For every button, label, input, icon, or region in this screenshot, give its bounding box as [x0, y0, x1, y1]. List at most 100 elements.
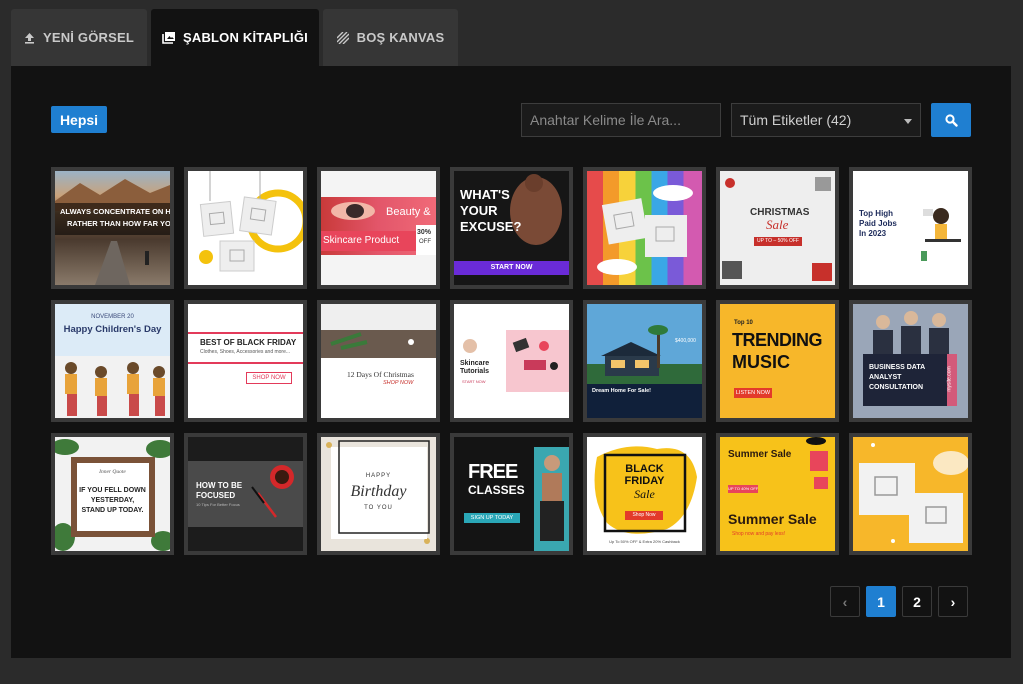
stamps-clouds-graphic	[859, 443, 968, 543]
template-text: OFF	[419, 239, 431, 245]
tag-select[interactable]: Tüm Etiketler (42)	[731, 103, 921, 137]
tab-blank-canvas[interactable]: BOŞ KANVAS	[323, 9, 458, 66]
template-thumbnail: FREE CLASSES SIGN UP TODAY	[454, 437, 569, 551]
eye-makeup-image	[331, 202, 375, 220]
template-card-summer-sale[interactable]: Summer Sale UP TO 40% OFF Summer Sale Sh…	[716, 433, 839, 555]
template-thumbnail: HAPPY Birthday TO YOU	[321, 437, 436, 551]
tab-label: YENİ GÖRSEL	[42, 30, 135, 45]
tab-template-library[interactable]: ŞABLON KİTAPLIĞI	[151, 9, 319, 66]
search-icon	[944, 113, 958, 127]
template-text: In 2023	[859, 229, 887, 238]
template-card-quote-frame[interactable]: Inner Quote IF YOU FELL DOWN YESTERDAY, …	[51, 433, 174, 555]
frames-clouds-graphic	[597, 185, 693, 275]
template-thumbnail: NOVEMBER 20 Happy Children's Day	[55, 304, 170, 418]
template-text: Skincare Product	[323, 235, 400, 246]
template-thumbnail: Skincare Tutorials START NOW	[454, 304, 569, 418]
leaves-frame-graphic	[55, 439, 170, 551]
template-thumbnail: HOW TO BE FOCUSED 10 Tips For Better Foc…	[188, 437, 303, 551]
template-thumbnail: CHRISTMAS Sale UP TO – 50% OFF	[720, 171, 835, 285]
template-card-free-classes[interactable]: FREE CLASSES SIGN UP TODAY	[450, 433, 573, 555]
house-image	[587, 325, 702, 418]
template-card-skincare-tutorials[interactable]: Skincare Tutorials START NOW	[450, 300, 573, 422]
page-button-1[interactable]: 1	[866, 586, 896, 617]
template-text: NOVEMBER 20	[91, 314, 134, 320]
tab-new-image[interactable]: YENİ GÖRSEL	[11, 9, 147, 66]
template-text: TO YOU	[364, 505, 393, 511]
template-card-rainbow-frames[interactable]	[583, 167, 706, 289]
template-text: BUSINESS DATA	[869, 364, 926, 371]
page-button-2[interactable]: 2	[902, 586, 932, 617]
template-thumbnail	[188, 171, 303, 285]
template-library-panel: Hepsi Tüm Etiketler (42) ALWAYS CONCENTR…	[11, 66, 1011, 658]
template-text: Shop now and pay less!	[732, 531, 786, 537]
template-text: Beauty &	[386, 206, 431, 218]
template-text: IF YOU FELL DOWN	[79, 487, 146, 494]
photo-frames-graphic	[199, 171, 303, 272]
tab-label: ŞABLON KİTAPLIĞI	[182, 30, 308, 45]
template-thumbnail: BLACK FRIDAY Sale Shop Now Up To 50% OFF…	[587, 437, 702, 551]
template-cta: SHOP NOW	[246, 372, 292, 384]
template-thumbnail	[587, 171, 702, 285]
library-icon	[162, 31, 175, 44]
template-cta: UP TO 40% OFF	[728, 485, 759, 493]
template-text: Sale	[634, 487, 655, 501]
template-text: Happy Children's Day	[63, 324, 162, 335]
template-text: ALWAYS CONCENTRATE ON HOW	[60, 207, 170, 216]
pagination: ‹ 1 2 ›	[830, 586, 968, 617]
template-text: TRENDING	[732, 330, 823, 350]
search-button[interactable]	[931, 103, 971, 137]
template-text: Top 10	[734, 320, 753, 326]
tab-bar: YENİ GÖRSEL ŞABLON KİTAPLIĞI BOŞ KANVAS	[11, 9, 458, 66]
template-card-dream-home[interactable]: $400,000 Dream Home For Sale!	[583, 300, 706, 422]
template-text: Clothes, Shoes, Accessories and more...	[200, 349, 291, 355]
template-grid: ALWAYS CONCENTRATE ON HOW RATHER THAN HO…	[51, 167, 972, 555]
template-card-motivation-road[interactable]: ALWAYS CONCENTRATE ON HOW RATHER THAN HO…	[51, 167, 174, 289]
template-card-trending-music[interactable]: Top 10 TRENDING MUSIC LISTEN NOW	[716, 300, 839, 422]
template-thumbnail: Top 10 TRENDING MUSIC LISTEN NOW	[720, 304, 835, 418]
template-text: $400,000	[675, 338, 696, 344]
template-thumbnail: Beauty & Skincare Product 30% OFF	[321, 171, 436, 285]
template-card-business-consultation[interactable]: BUSINESS DATA ANALYST CONSULTATION mysit…	[849, 300, 972, 422]
template-text: YOUR	[460, 203, 498, 218]
pine-branches-graphic	[321, 330, 436, 418]
template-card-beauty-skincare[interactable]: Beauty & Skincare Product 30% OFF	[317, 167, 440, 289]
template-card-black-friday-banner[interactable]: BEST OF BLACK FRIDAY Clothes, Shoes, Acc…	[184, 300, 307, 422]
template-card-stamp-frames[interactable]	[849, 433, 972, 555]
template-cta: START NOW	[462, 379, 486, 384]
upload-icon	[24, 32, 35, 44]
template-card-high-paid-jobs[interactable]: Top High Paid Jobs In 2023	[849, 167, 972, 289]
keyword-search-input[interactable]	[521, 103, 721, 137]
template-text: Summer Sale	[728, 511, 817, 527]
next-page-button[interactable]: ›	[938, 586, 968, 617]
template-card-christmas-sale[interactable]: CHRISTMAS Sale UP TO – 50% OFF	[716, 167, 839, 289]
template-card-12-days-christmas[interactable]: 12 Days Of Christmas SHOP NOW	[317, 300, 440, 422]
children-illustration	[55, 356, 170, 418]
template-card-fitness-excuse[interactable]: WHAT'S YOUR EXCUSE? START NOW	[450, 167, 573, 289]
template-card-black-friday-sale[interactable]: BLACK FRIDAY Sale Shop Now Up To 50% OFF…	[583, 433, 706, 555]
template-card-happy-birthday[interactable]: HAPPY Birthday TO YOU	[317, 433, 440, 555]
tag-filter-all[interactable]: Hepsi	[51, 106, 107, 133]
template-text: Sale	[766, 217, 789, 232]
prev-page-button[interactable]: ‹	[830, 586, 860, 617]
template-thumbnail	[853, 437, 968, 551]
template-text: HOW TO BE	[196, 481, 243, 490]
template-text: BEST OF BLACK FRIDAY	[200, 338, 297, 347]
template-thumbnail: BEST OF BLACK FRIDAY Clothes, Shoes, Acc…	[188, 304, 303, 418]
template-text: HAPPY	[365, 473, 392, 479]
template-text: BLACK	[625, 463, 664, 475]
template-thumbnail: BUSINESS DATA ANALYST CONSULTATION mysit…	[853, 304, 968, 418]
template-thumbnail: WHAT'S YOUR EXCUSE? START NOW	[454, 171, 569, 285]
template-text: STAND UP TODAY.	[81, 507, 144, 514]
template-text: mysite.com	[946, 366, 953, 392]
template-text: Top High	[859, 209, 894, 218]
template-text: Paid Jobs	[859, 219, 897, 228]
template-text: 30%	[417, 229, 432, 236]
template-text: Inner Quote	[99, 469, 126, 475]
template-cta: LISTEN NOW	[734, 388, 772, 398]
template-card-photo-frames[interactable]	[184, 167, 307, 289]
template-thumbnail: Top High Paid Jobs In 2023	[853, 171, 968, 285]
template-text: Tutorials	[460, 368, 490, 375]
template-card-how-to-focus[interactable]: HOW TO BE FOCUSED 10 Tips For Better Foc…	[184, 433, 307, 555]
template-text: Birthday	[350, 483, 407, 500]
template-card-childrens-day[interactable]: NOVEMBER 20 Happy Children's Day	[51, 300, 174, 422]
